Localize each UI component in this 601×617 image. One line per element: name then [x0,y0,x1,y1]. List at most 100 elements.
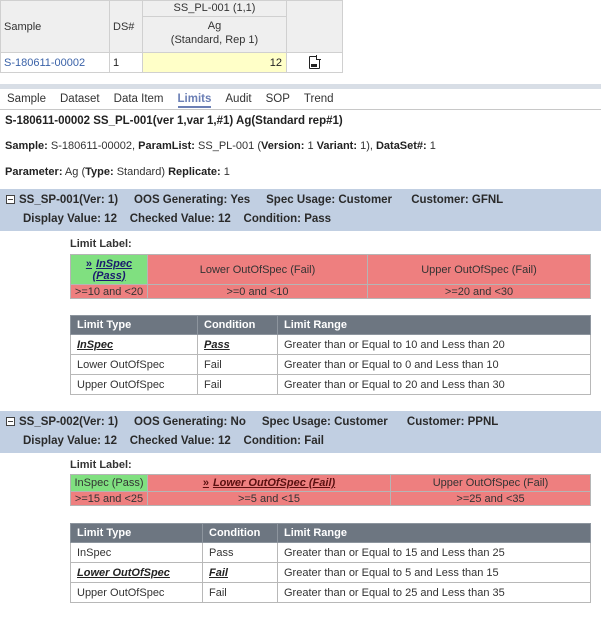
band-lower-range: >=5 and <15 [147,491,391,506]
paramlist-label: ParamList: [138,140,195,152]
grid-cell-sample[interactable]: S-180611-00002 [0,52,110,73]
limit-type-cell: Upper OutOfSpec [70,582,203,603]
band-inspec: InSpec (Pass) [70,474,148,492]
tab-sop[interactable]: SOP [266,93,290,108]
section-divider [0,84,601,89]
range-cell: Greater than or Equal to 20 and Less tha… [277,374,591,395]
tab-trend[interactable]: Trend [304,93,334,108]
condition-cell: Fail [202,562,278,583]
table-row: Upper OutOfSpec Fail Greater than or Equ… [70,582,591,603]
variant-value: 1), [357,140,376,152]
condition-cell: Pass [202,542,278,563]
limit-band-2: InSpec (Pass) » Lower OutOfSpec (Fail) Up… [70,474,591,506]
pdf-document-icon[interactable] [309,55,321,69]
sample-info-line: Sample: S-180611-00002, ParamList: SS_PL… [5,140,436,152]
type-label: Type: [85,166,114,178]
collapse-icon[interactable] [6,195,15,204]
limit-type-cell: Lower OutOfSpec [70,562,203,583]
grid-cell-value[interactable]: 12 [142,52,287,73]
dataset-label: DataSet#: [375,140,427,152]
range-cell: Greater than or Equal to 0 and Less than… [277,354,591,375]
band-name: Lower OutOfSpec (Fail) [212,477,336,489]
table-row: Upper OutOfSpec Fail Greater than or Equ… [70,374,591,395]
current-arrow-icon: » [85,257,93,270]
limit-type-cell: InSpec [70,542,203,563]
tab-dataset[interactable]: Dataset [60,93,100,108]
spec-summary-1: SS_SP-001(Ver: 1) OOS Generating: Yes Sp… [6,194,503,206]
limit-table-1: Limit Type Condition Limit Range InSpec … [70,315,591,395]
limit-type-cell: Upper OutOfSpec [70,374,198,395]
grid-header-param-sub: (Standard, Rep 1) [170,34,259,46]
condition-cell: Fail [197,354,278,375]
variant-label: Variant: [316,140,358,152]
limit-type-cell: InSpec [70,334,198,355]
range-cell: Greater than or Equal to 15 and Less tha… [277,542,591,563]
grid-cell-ds: 1 [109,52,143,73]
range-cell: Greater than or Equal to 10 and Less tha… [277,334,591,355]
parameter-info-line: Parameter: Ag (Type: Standard) Replicate… [5,166,230,178]
band-upper-range: >=25 and <35 [390,491,591,506]
col-limit-type: Limit Type [70,523,203,543]
tab-underline [0,109,601,110]
parameter-value: Ag ( [62,166,86,178]
tab-audit[interactable]: Audit [225,93,251,108]
paramlist-value: SS_PL-001 ( [194,140,262,152]
tab-data-item[interactable]: Data Item [114,93,164,108]
band-upper-range: >=20 and <30 [367,284,591,299]
sample-label: Sample: [5,140,48,152]
condition-cell: Fail [202,582,278,603]
band-lower-range: >=0 and <10 [147,284,368,299]
grid-header-param-name: Ag [207,20,222,32]
table-row: Lower OutOfSpec Fail Greater than or Equ… [70,354,591,375]
band-lower-oos[interactable]: » Lower OutOfSpec (Fail) [147,474,391,492]
grid-header-param: SS_PL-001 (1,1) Ag (Standard, Rep 1) [142,0,287,53]
spec-line1-text: SS_SP-001(Ver: 1) OOS Generating: Yes Sp… [19,194,504,206]
tab-limits[interactable]: Limits [177,93,212,108]
limit-label-2: Limit Label: [70,459,132,471]
band-upper-oos: Upper OutOfSpec (Fail) [390,474,591,492]
limit-table-2: Limit Type Condition Limit Range InSpec … [70,523,591,603]
limit-band-1: » InSpec (Pass) Lower OutOfSpec (Fail) Up… [70,254,591,299]
dataset-value: 1 [426,140,436,152]
replicate-value: 1 [220,166,230,178]
band-lower-oos-link[interactable]: » Lower OutOfSpec (Fail) [203,477,335,489]
col-limit-range: Limit Range [277,523,591,543]
spec-values-2: Display Value: 12 Checked Value: 12 Cond… [23,435,325,447]
col-limit-range: Limit Range [277,315,591,335]
grid-header-paramlist: SS_PL-001 (1,1) [143,1,286,17]
band-lower-oos: Lower OutOfSpec (Fail) [147,254,368,285]
spec-header-2[interactable]: SS_SP-002(Ver: 1) OOS Generating: No Spe… [0,411,601,453]
range-cell: Greater than or Equal to 5 and Less than… [277,562,591,583]
limit-type-cell: Lower OutOfSpec [70,354,198,375]
collapse-icon[interactable] [6,417,15,426]
table-row: Lower OutOfSpec Fail Greater than or Equ… [70,562,591,583]
band-inspec[interactable]: » InSpec (Pass) [70,254,148,285]
limit-label-1: Limit Label: [70,238,132,250]
range-cell: Greater than or Equal to 25 and Less tha… [277,582,591,603]
band-inspec-range: >=15 and <25 [70,491,148,506]
grid-header-doc [286,0,343,53]
band-inspec-range: >=10 and <20 [70,284,148,299]
table-row: InSpec Pass Greater than or Equal to 10 … [70,334,591,355]
replicate-label: Replicate: [168,166,221,178]
band-upper-oos: Upper OutOfSpec (Fail) [367,254,591,285]
current-arrow-icon: » [202,477,209,489]
version-value: 1 [304,140,317,152]
version-label: Version: [261,140,305,152]
grid-header-ds: DS# [109,0,143,53]
spec-header-1[interactable]: SS_SP-001(Ver: 1) OOS Generating: Yes Sp… [0,189,601,231]
tab-sample[interactable]: Sample [7,93,46,108]
band-name: InSpec (Pass) [92,257,133,282]
sample-grid: Sample DS# SS_PL-001 (1,1) Ag (Standard,… [0,0,343,73]
col-limit-type: Limit Type [70,315,198,335]
table-row: InSpec Pass Greater than or Equal to 15 … [70,542,591,563]
type-value: Standard) [113,166,169,178]
parameter-label: Parameter: [5,166,63,178]
sample-link[interactable]: S-180611-00002 [4,57,85,69]
band-inspec-link[interactable]: » InSpec (Pass) [86,258,132,282]
page-title: S-180611-00002 SS_PL-001(ver 1,var 1,#1)… [5,115,343,127]
tab-bar: Sample Dataset Data Item Limits Audit SO… [7,93,348,108]
grid-cell-doc[interactable] [286,52,343,73]
col-condition: Condition [202,523,278,543]
condition-cell: Fail [197,374,278,395]
